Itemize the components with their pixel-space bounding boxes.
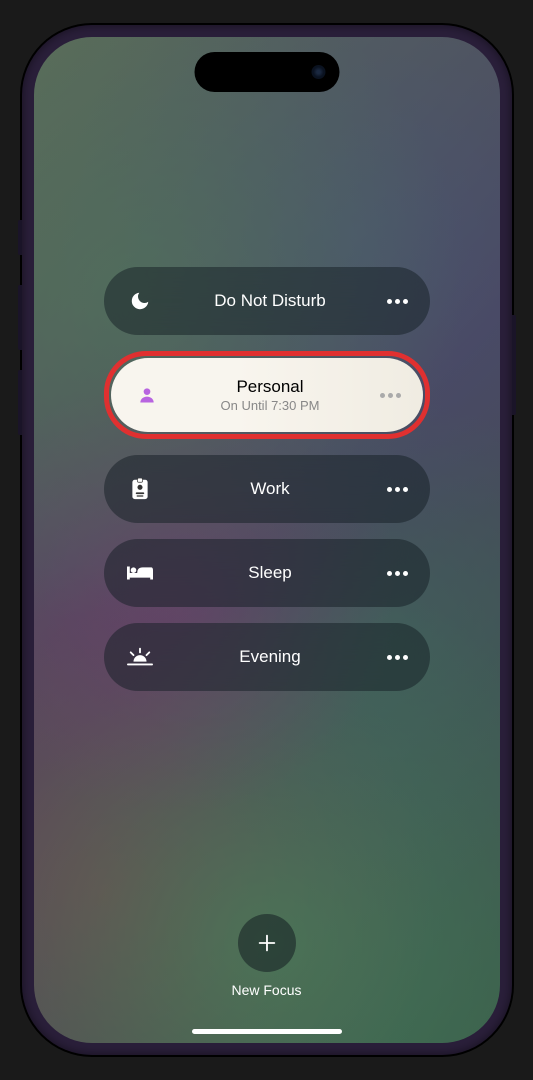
focus-label-dnd: Do Not Disturb (126, 291, 415, 311)
focus-sublabel-personal: On Until 7:30 PM (133, 398, 408, 413)
volume-down-button (18, 370, 22, 435)
new-focus-label: New Focus (231, 982, 301, 998)
more-icon[interactable] (387, 655, 408, 660)
focus-label-personal: Personal (133, 377, 408, 397)
home-indicator[interactable] (192, 1029, 342, 1034)
screen: Do Not Disturb Personal On Until 7:30 PM (34, 37, 500, 1043)
new-focus-button[interactable] (238, 914, 296, 972)
more-icon[interactable] (387, 299, 408, 304)
more-icon[interactable] (380, 393, 401, 398)
power-button (512, 315, 516, 415)
focus-mode-list: Do Not Disturb Personal On Until 7:30 PM (104, 267, 430, 691)
focus-item-personal[interactable]: Personal On Until 7:30 PM (111, 358, 423, 432)
focus-item-evening[interactable]: Evening (104, 623, 430, 691)
focus-label-work: Work (126, 479, 415, 499)
front-camera (311, 65, 325, 79)
focus-label-sleep: Sleep (126, 563, 415, 583)
plus-icon (256, 932, 278, 954)
dynamic-island (194, 52, 339, 92)
focus-item-dnd[interactable]: Do Not Disturb (104, 267, 430, 335)
silent-switch (18, 220, 22, 255)
more-icon[interactable] (387, 487, 408, 492)
phone-frame: Do Not Disturb Personal On Until 7:30 PM (22, 25, 512, 1055)
new-focus-section: New Focus (231, 914, 301, 998)
volume-up-button (18, 285, 22, 350)
focus-label-evening: Evening (126, 647, 415, 667)
focus-item-work[interactable]: Work (104, 455, 430, 523)
highlight-box: Personal On Until 7:30 PM (104, 351, 430, 439)
focus-item-sleep[interactable]: Sleep (104, 539, 430, 607)
more-icon[interactable] (387, 571, 408, 576)
